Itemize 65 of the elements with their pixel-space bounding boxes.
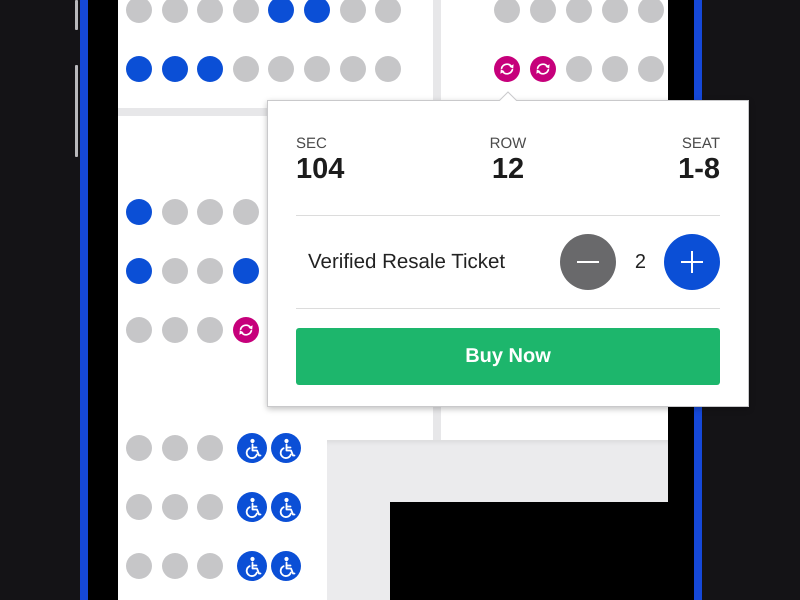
seat-icon[interactable] <box>304 0 330 23</box>
seat-icon[interactable] <box>126 258 152 284</box>
seat-icon <box>375 0 402 23</box>
wheelchair-seat-icon[interactable] <box>236 551 267 581</box>
seat-icon[interactable] <box>126 199 152 225</box>
seat-icon <box>197 317 224 343</box>
resale-seat-icon[interactable] <box>494 56 520 82</box>
seat-icon <box>197 435 224 461</box>
seat-icon <box>340 0 366 23</box>
seat-icon[interactable] <box>268 0 294 23</box>
plus-icon <box>681 251 703 273</box>
seat-icon <box>638 0 664 23</box>
seat-icon[interactable] <box>126 56 152 82</box>
buy-now-button[interactable]: Buy Now <box>296 328 720 385</box>
wheelchair-seat-icon[interactable] <box>270 492 301 522</box>
seat-icon <box>126 317 152 343</box>
seat-icon <box>197 199 224 225</box>
ticket-type-label: Verified Resale Ticket <box>308 250 506 274</box>
seat-icon <box>162 199 188 225</box>
seat-icon <box>375 56 402 82</box>
seat-icon <box>162 0 188 23</box>
seat-icon[interactable] <box>232 258 259 284</box>
resale-seat-icon[interactable] <box>232 317 259 343</box>
wheelchair-seat-icon[interactable] <box>236 433 267 463</box>
seat-icon <box>162 494 188 520</box>
seat-icon <box>566 0 592 23</box>
seat-info-label: ROW <box>490 135 526 153</box>
seat-icon <box>162 317 188 343</box>
seat-icon <box>340 56 366 82</box>
seat-icon[interactable] <box>162 56 188 82</box>
seat-icon <box>197 553 224 579</box>
seat-icon <box>602 0 628 23</box>
seat-info-value: 1-8 <box>678 153 720 185</box>
wheelchair-seat-icon[interactable] <box>236 492 267 522</box>
seat-icon <box>126 494 152 520</box>
seat-icon <box>232 56 259 82</box>
wheelchair-seat-icon[interactable] <box>270 551 301 581</box>
seat-info-value: 104 <box>296 153 344 185</box>
seat-icon <box>126 435 152 461</box>
seat-icon <box>232 0 259 23</box>
seat-icon <box>126 553 152 579</box>
seat-icon[interactable] <box>197 56 224 82</box>
seat-icon <box>268 56 294 82</box>
resale-seat-icon[interactable] <box>530 56 556 82</box>
seat-icon <box>304 56 330 82</box>
seat-icon <box>126 0 152 23</box>
seat-icon <box>162 258 188 284</box>
seat-icon <box>602 56 628 82</box>
seat-info-label: SEAT <box>682 135 720 153</box>
seat-icon <box>566 56 592 82</box>
seat-icon <box>162 435 188 461</box>
side-key-drawing <box>75 0 78 30</box>
seat-icon <box>494 0 520 23</box>
seat-icon <box>197 258 224 284</box>
seat-info-label: SEC <box>296 135 327 153</box>
quantity-value: 2 <box>634 250 646 274</box>
seat-icon <box>162 553 188 579</box>
seat-icon <box>197 0 224 23</box>
seat-info-value: 12 <box>492 153 524 185</box>
seat-icon <box>530 0 556 23</box>
seat-icon <box>197 494 224 520</box>
seat-icon <box>638 56 664 82</box>
minus-icon <box>576 261 599 263</box>
wheelchair-seat-icon[interactable] <box>270 433 301 463</box>
seat-icon <box>232 199 259 225</box>
